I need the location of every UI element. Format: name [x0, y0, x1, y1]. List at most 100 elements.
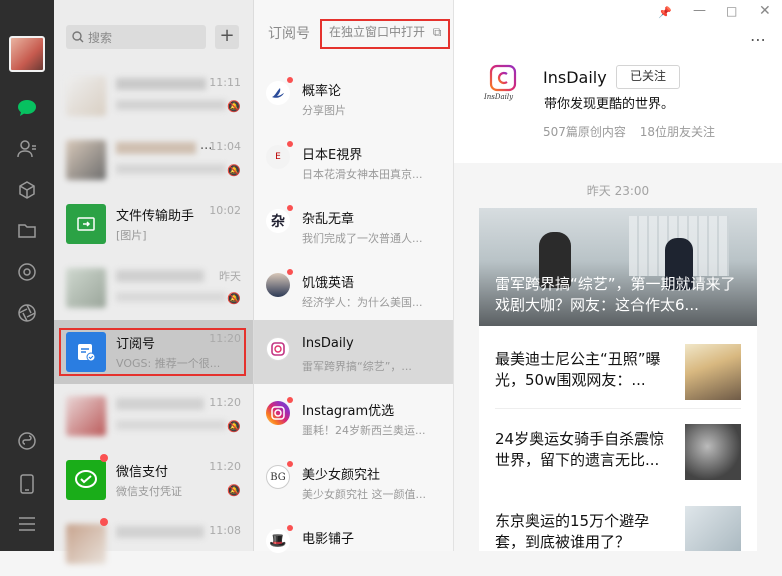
- close-icon[interactable]: ✕: [759, 3, 771, 19]
- chat-item[interactable]: 11:08: [54, 512, 253, 576]
- chat-item[interactable]: ... 11:04 🔕: [54, 128, 253, 192]
- account-name: InsDaily: [302, 336, 354, 351]
- account-item-insdaily[interactable]: InsDaily 雷军跨界搞“综艺”，...: [254, 320, 453, 384]
- chat-item[interactable]: 昨天 🔕: [54, 256, 253, 320]
- account-avatar: [266, 81, 290, 105]
- account-preview: 我们完成了一次普通人...: [302, 232, 423, 245]
- account-name: 杂乱无章: [302, 212, 355, 227]
- menu-icon[interactable]: [15, 512, 39, 536]
- chat-preview: [图片]: [116, 229, 147, 242]
- search-icon: [72, 31, 84, 43]
- mute-icon: 🔕: [227, 484, 241, 497]
- mute-icon: 🔕: [227, 100, 241, 113]
- account-item[interactable]: 饥饿英语 经济学人：为什么美国...: [254, 256, 453, 320]
- account-avatar: 🎩: [266, 529, 290, 553]
- chat-time: 11:11: [209, 76, 241, 89]
- cube-icon[interactable]: [15, 178, 39, 202]
- blurred-preview: [116, 292, 226, 302]
- maximize-icon[interactable]: □: [726, 4, 737, 18]
- pin-icon[interactable]: 📌: [658, 6, 672, 19]
- chat-list-panel: 搜索 + 11:11 🔕 ... 11:04 🔕 文件传输助手 [图片] 10:…: [54, 0, 254, 564]
- chat-time: 11:20: [209, 460, 241, 473]
- chat-name: 微信支付: [116, 465, 169, 480]
- mute-icon: 🔕: [227, 292, 241, 305]
- article-item[interactable]: 最美迪士尼公主“丑照”曝光，50w围观网友：...: [495, 344, 741, 409]
- article-item[interactable]: 24岁奥运女骑手自杀震惊世界，留下的遗言无比...: [495, 424, 741, 488]
- chat-item[interactable]: 11:20 🔕: [54, 384, 253, 448]
- chat-item-wechat-pay[interactable]: 微信支付 微信支付凭证 11:20 🔕: [54, 448, 253, 512]
- account-avatar: [266, 273, 290, 297]
- my-avatar[interactable]: [9, 36, 45, 72]
- account-preview: 雷军跨界搞“综艺”，...: [302, 360, 412, 373]
- account-item[interactable]: 🎩 电影铺子: [254, 512, 453, 576]
- chat-time: 11:20: [209, 396, 241, 409]
- chat-time: 11:08: [209, 524, 241, 537]
- account-item[interactable]: E 日本E視界 日本花滑女神本田真京...: [254, 128, 453, 192]
- mute-icon: 🔕: [227, 164, 241, 177]
- blurred-name: [116, 142, 196, 154]
- unread-dot: [100, 518, 108, 526]
- search-placeholder: 搜索: [88, 30, 113, 45]
- chat-icon[interactable]: [15, 96, 39, 120]
- add-button[interactable]: +: [215, 25, 239, 49]
- unread-dot: [287, 525, 293, 531]
- account-preview: 分享图片: [302, 104, 346, 117]
- blurred-name: [116, 78, 206, 90]
- search-input[interactable]: 搜索: [66, 25, 206, 49]
- phone-icon[interactable]: [15, 472, 39, 496]
- profile-header: 📌 — □ ✕ ⋯ InsDaily InsDaily 已关注 带你发现更酷的世…: [454, 0, 782, 163]
- avatar: [66, 524, 106, 564]
- account-item[interactable]: BG 美少女颜究社 美少女颜究社 这一颜值...: [254, 448, 453, 512]
- account-item[interactable]: 概率论 分享图片: [254, 64, 453, 128]
- account-stats: 507篇原创内容 18位朋友关注: [543, 123, 725, 140]
- account-avatar: [266, 401, 290, 425]
- minimize-icon[interactable]: —: [693, 3, 706, 18]
- panel-title: 订阅号: [268, 26, 310, 42]
- article-item[interactable]: 东京奥运的15万个避孕套，到底被谁用了？: [495, 506, 741, 551]
- highlight-box: [320, 19, 450, 49]
- account-description: 带你发现更酷的世界。: [544, 97, 675, 112]
- unread-dot: [287, 205, 293, 211]
- avatar: [66, 268, 106, 308]
- more-options-icon[interactable]: ⋯: [750, 30, 767, 49]
- chat-item[interactable]: 11:11 🔕: [54, 64, 253, 128]
- blurred-preview: [116, 420, 226, 430]
- follow-button[interactable]: 已关注: [616, 65, 680, 89]
- avatar: [66, 396, 106, 436]
- account-name: 电影铺子: [302, 532, 355, 547]
- account-item[interactable]: 杂 杂乱无章 我们完成了一次普通人...: [254, 192, 453, 256]
- account-avatar: E: [266, 145, 290, 169]
- account-name: 美少女颜究社: [302, 468, 381, 483]
- account-name: 概率论: [302, 84, 342, 99]
- contacts-icon[interactable]: [15, 137, 39, 161]
- unread-dot: [287, 397, 293, 403]
- account-name: Instagram优选: [302, 404, 395, 419]
- moments-icon[interactable]: [15, 260, 39, 284]
- account-name: 饥饿英语: [302, 276, 355, 291]
- friend-followers[interactable]: 18位朋友关注: [640, 125, 715, 139]
- unread-dot: [100, 454, 108, 462]
- article-title: 最美迪士尼公主“丑照”曝光，50w围观网友：...: [495, 350, 661, 389]
- chat-item-file-transfer[interactable]: 文件传输助手 [图片] 10:02: [54, 192, 253, 256]
- blurred-preview: [116, 100, 226, 110]
- plus-icon: +: [219, 25, 235, 46]
- hero-article-title: 雷军跨界搞“综艺”，第一期就请来了戏剧大咖？网友：这合作太6...: [495, 275, 736, 314]
- blurred-name: [116, 270, 204, 282]
- aperture-icon[interactable]: [15, 301, 39, 325]
- avatar: [66, 140, 106, 180]
- hero-article[interactable]: 雷军跨界搞“综艺”，第一期就请来了戏剧大咖？网友：这合作太6...: [479, 208, 757, 326]
- highlight-box: [59, 328, 246, 376]
- article-title: 24岁奥运女骑手自杀震惊世界，留下的遗言无比...: [495, 430, 665, 469]
- mini-program-icon[interactable]: [15, 429, 39, 453]
- account-preview: 日本花滑女神本田真京...: [302, 168, 423, 181]
- article-count[interactable]: 507篇原创内容: [543, 125, 626, 139]
- chat-preview: 微信支付凭证: [116, 485, 182, 498]
- account-item[interactable]: Instagram优选 噩耗！24岁新西兰奥运...: [254, 384, 453, 448]
- blurred-preview: [116, 164, 226, 174]
- unread-dot: [287, 141, 293, 147]
- folder-icon[interactable]: [15, 219, 39, 243]
- chat-time: 10:02: [209, 204, 241, 217]
- account-preview: 美少女颜究社 这一颜值...: [302, 488, 426, 501]
- account-name: InsDaily: [543, 68, 607, 87]
- mute-icon: 🔕: [227, 420, 241, 433]
